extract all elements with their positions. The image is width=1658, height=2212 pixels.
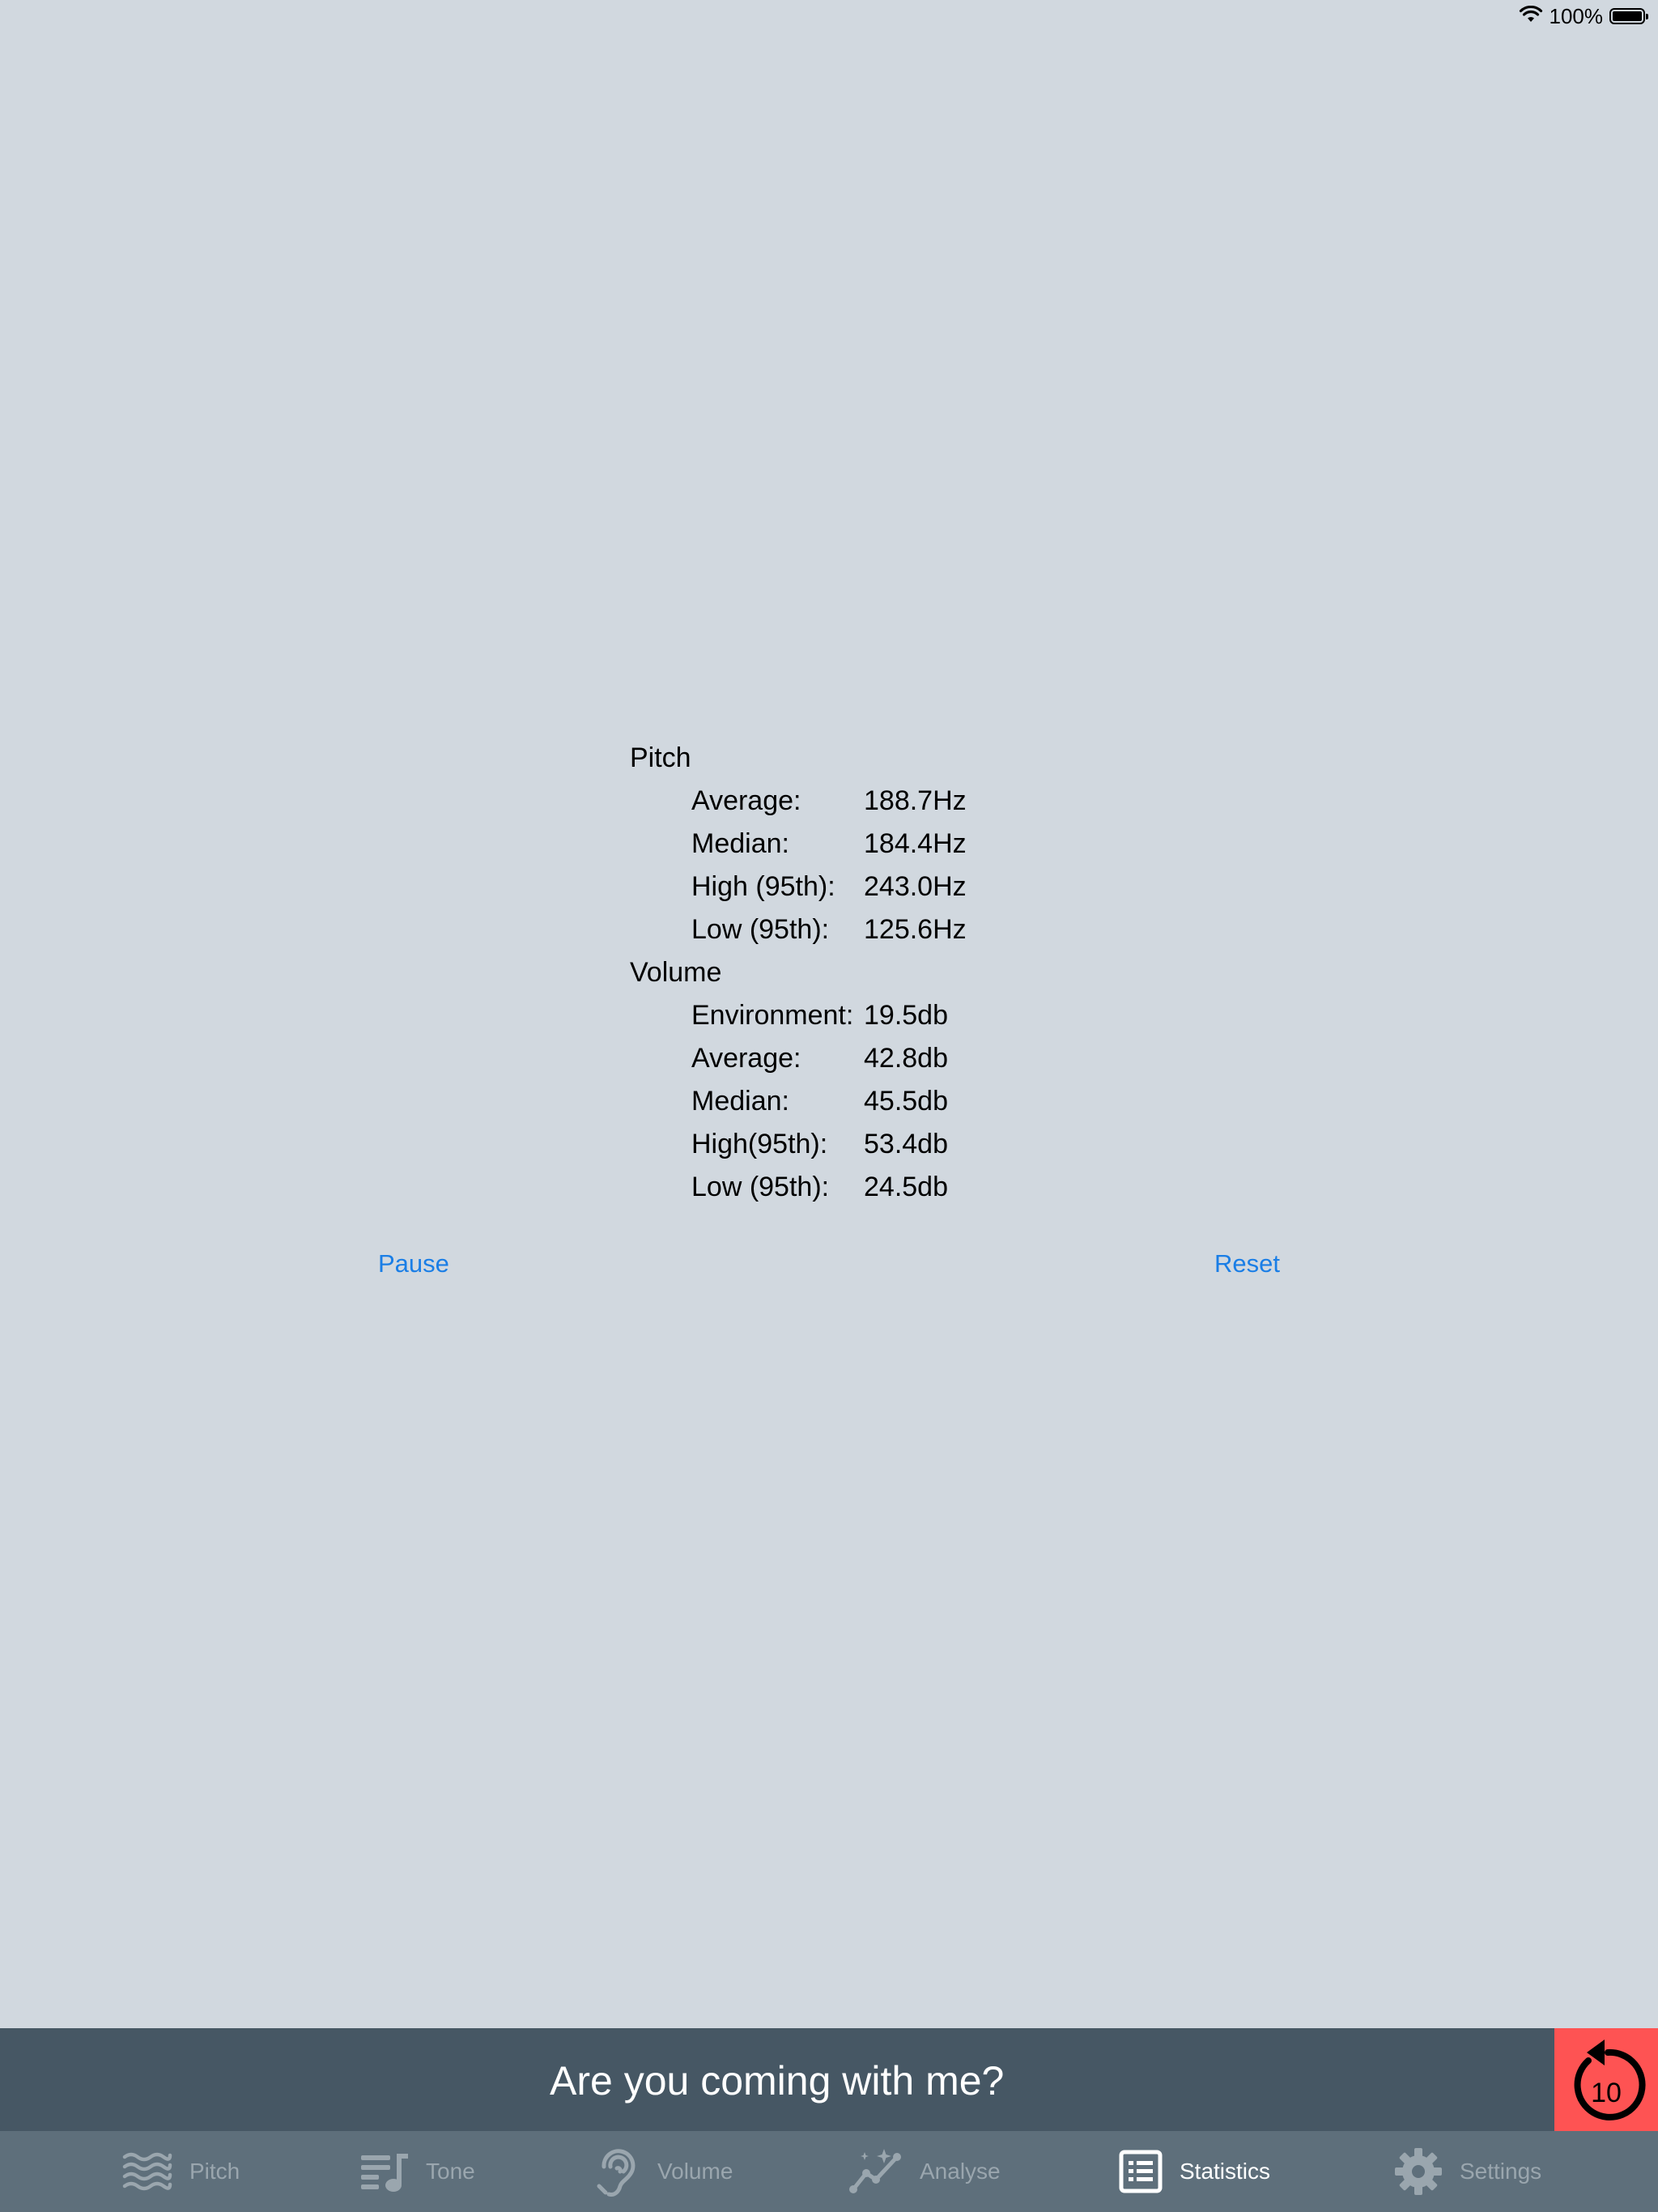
statistics-panel: Pitch Average: 188.7Hz Median: 184.4Hz H… [630, 737, 967, 1209]
tab-analyse[interactable]: Analyse [848, 2131, 1001, 2212]
music-list-icon [361, 2154, 408, 2192]
replay-10-icon: 10 [1574, 2039, 1646, 2121]
stat-label: Average: [691, 1043, 801, 1074]
pitch-low-row: Low (95th): 125.6Hz [630, 908, 967, 951]
replay-seconds: 10 [1591, 2078, 1622, 2108]
tab-statistics[interactable]: Statistics [1118, 2131, 1270, 2212]
stat-value: 53.4db [864, 1129, 948, 1159]
volume-environment-row: Environment: 19.5db [630, 994, 967, 1037]
volume-low-row: Low (95th): 24.5db [630, 1166, 967, 1209]
stat-label: Median: [691, 828, 789, 859]
stat-label: High (95th): [691, 871, 835, 902]
tab-label: Statistics [1180, 2159, 1271, 2184]
pitch-median-row: Median: 184.4Hz [630, 823, 967, 866]
tab-pitch[interactable]: Pitch [121, 2131, 240, 2212]
pitch-section-title: Pitch [630, 742, 691, 773]
battery-fill [1613, 11, 1642, 21]
phrase-text: Are you coming with me? [550, 2058, 1005, 2104]
tab-label: Analyse [920, 2159, 1001, 2184]
stat-value: 19.5db [864, 1000, 948, 1031]
tab-label: Settings [1460, 2159, 1542, 2184]
stat-value: 42.8db [864, 1043, 948, 1074]
tab-label: Tone [426, 2159, 475, 2184]
tab-label: Volume [657, 2159, 733, 2184]
pitch-average-row: Average: 188.7Hz [630, 780, 967, 823]
stat-label: Median: [691, 1086, 789, 1117]
stat-label: Low (95th): [691, 914, 830, 945]
battery-percent: 100% [1549, 3, 1604, 28]
stat-label: Environment: [691, 1000, 854, 1031]
status-bar: 100% [1519, 0, 1658, 32]
wifi-icon [1519, 4, 1543, 29]
stat-value: 184.4Hz [864, 828, 967, 859]
tab-volume[interactable]: Volume [594, 2131, 733, 2212]
volume-average-row: Average: 42.8db [630, 1037, 967, 1080]
stat-label: Low (95th): [691, 1172, 830, 1202]
stat-value: 188.7Hz [864, 785, 967, 816]
chart-sparkle-icon [849, 2149, 901, 2193]
tab-tone[interactable]: Tone [359, 2131, 475, 2212]
waves-icon [122, 2152, 172, 2191]
phrase-banner: Are you coming with me? [0, 2028, 1554, 2131]
volume-median-row: Median: 45.5db [630, 1080, 967, 1123]
volume-high-row: High(95th): 53.4db [630, 1123, 967, 1166]
gear-icon [1395, 2148, 1442, 2195]
replay-10-button[interactable]: 10 [1554, 2028, 1658, 2131]
pitch-high-row: High (95th): 243.0Hz [630, 866, 967, 908]
stat-label: Average: [691, 785, 801, 816]
tab-settings[interactable]: Settings [1393, 2131, 1541, 2212]
stat-label: High(95th): [691, 1129, 828, 1159]
stat-value: 243.0Hz [864, 871, 967, 902]
tab-bar: Pitch Tone Volume Analyse Statistics Set… [0, 2131, 1658, 2212]
ear-icon [597, 2149, 636, 2197]
reset-button[interactable]: Reset [1214, 1249, 1280, 1278]
stat-value: 125.6Hz [864, 914, 967, 945]
tab-label: Pitch [189, 2159, 240, 2184]
list-icon [1119, 2150, 1163, 2193]
battery-icon [1609, 8, 1648, 24]
pause-button[interactable]: Pause [378, 1249, 449, 1278]
stat-value: 45.5db [864, 1086, 948, 1117]
stat-value: 24.5db [864, 1172, 948, 1202]
volume-section-title: Volume [630, 957, 722, 988]
